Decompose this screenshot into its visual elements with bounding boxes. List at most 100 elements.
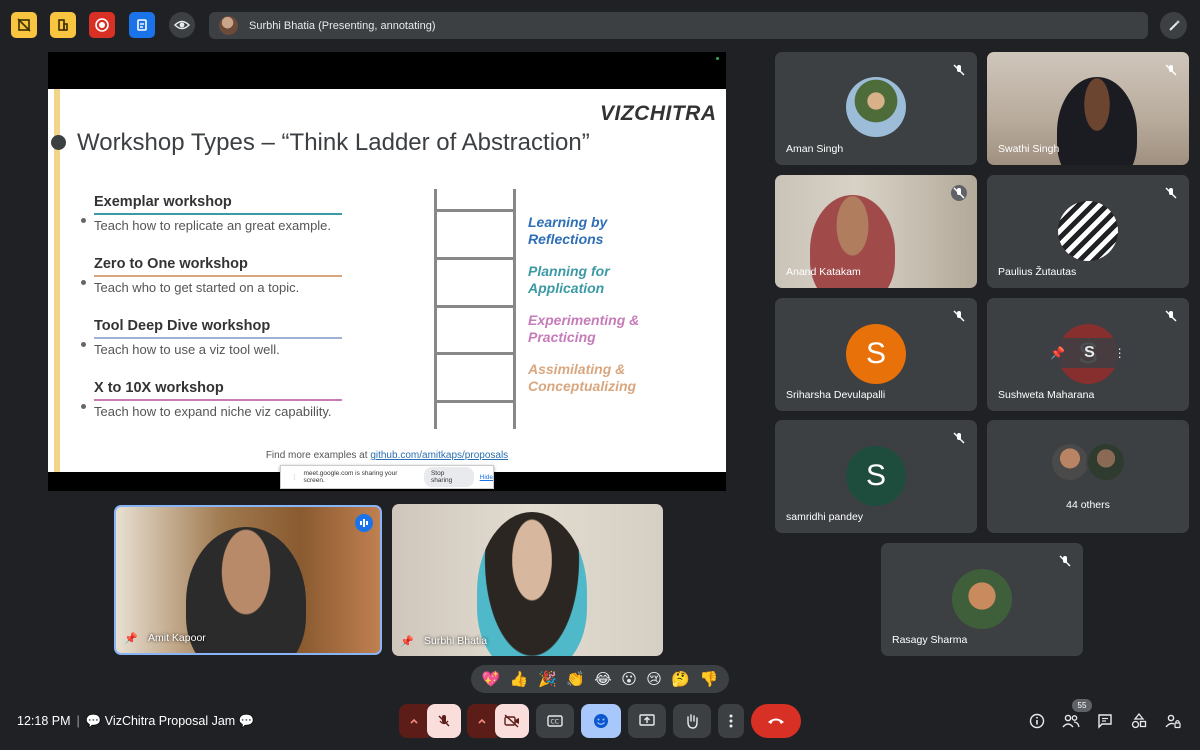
video-tile-amit[interactable]: 📌 Amit Kapoor — [114, 505, 382, 655]
participant-name: Anand Katakam — [786, 266, 861, 278]
reaction-clap[interactable]: 👏 — [566, 670, 585, 688]
participant-figure — [477, 512, 587, 656]
eye-icon — [174, 20, 190, 30]
footer-link[interactable]: github.com/amitkaps/proposals — [370, 450, 508, 461]
video-tile-surbhi[interactable]: 📌 Surbhi Bhatia — [392, 504, 663, 656]
participant-tile[interactable]: S samridhi pandey — [775, 420, 977, 533]
current-time: 12:18 PM — [17, 714, 71, 728]
meeting-name: 💬 VizChitra Proposal Jam 💬 — [85, 714, 255, 728]
participant-avatar — [1058, 201, 1118, 261]
ladder-level-label: Assimilating & Conceptualizing — [528, 361, 637, 394]
hide-popup-link[interactable]: Hide — [480, 474, 493, 481]
presenting-banner: Surbhi Bhatia (Presenting, annotating) — [209, 12, 1148, 39]
reaction-surprised[interactable]: 😮 — [621, 670, 637, 688]
svg-text:CC: CC — [551, 719, 559, 726]
speaking-indicator-icon — [355, 514, 373, 532]
sharing-message: meet.google.com is sharing your screen. — [303, 470, 398, 484]
ladder-level-label: Learning by Reflections — [528, 214, 608, 247]
meeting-info: 12:18 PM | 💬 VizChitra Proposal Jam 💬 — [17, 714, 254, 729]
camera-off-icon — [504, 714, 519, 728]
host-controls-button[interactable] — [50, 12, 76, 38]
workshop-heading: Tool Deep Dive workshop — [94, 318, 271, 334]
stop-sharing-button[interactable]: Stop sharing — [423, 467, 474, 487]
mic-off-icon — [1057, 553, 1073, 569]
participant-tile[interactable]: Swathi Singh — [987, 52, 1189, 165]
camera-toggle-button[interactable] — [495, 704, 529, 738]
workshop-item: X to 10X workshop Teach how to expand ni… — [81, 380, 344, 419]
workshop-description: Teach how to use a viz tool well. — [94, 342, 280, 357]
mic-options-button[interactable] — [399, 704, 429, 738]
participant-name: Paulius Žutautas — [998, 266, 1077, 278]
participant-tile[interactable]: Paulius Žutautas — [987, 175, 1189, 288]
reaction-thumbs-down[interactable]: 👎 — [699, 670, 718, 688]
others-avatar — [1050, 442, 1090, 482]
host-controls-panel-button[interactable] — [1163, 711, 1183, 731]
workshop-underline — [94, 213, 342, 215]
mic-off-icon — [951, 430, 967, 446]
camera-options-button[interactable] — [467, 704, 497, 738]
others-tile[interactable]: 44 others — [987, 420, 1189, 533]
activities-panel-button[interactable] — [1129, 711, 1149, 731]
pin-icon[interactable]: 📌 — [124, 632, 138, 645]
bullet-dot — [81, 404, 86, 409]
present-button[interactable] — [628, 704, 666, 738]
pen-sparkle-icon — [1168, 19, 1180, 31]
presentation-slide: VIZCHITRA Workshop Types – “Think Ladder… — [48, 89, 726, 472]
mic-toggle-button[interactable] — [427, 704, 461, 738]
workshop-description: Teach who to get started on a topic. — [94, 280, 300, 295]
shapes-icon — [1131, 713, 1147, 729]
fullscreen-icon[interactable]: S — [1084, 344, 1095, 362]
participant-tile[interactable]: S Sriharsha Devulapalli — [775, 298, 977, 411]
recording-button[interactable] — [89, 12, 115, 38]
chat-icon — [1098, 714, 1112, 729]
film-off-icon — [17, 18, 31, 32]
mic-off-icon — [1163, 185, 1179, 201]
reaction-sad[interactable]: 😢 — [646, 670, 662, 688]
pin-icon[interactable]: 📌 — [1050, 346, 1065, 360]
reaction-thumbs-up[interactable]: 👍 — [510, 670, 529, 688]
raise-hand-button[interactable] — [673, 704, 711, 738]
more-options-button[interactable] — [718, 704, 744, 738]
drag-handle-icon[interactable]: ⋮ — [291, 473, 298, 481]
annotate-button[interactable] — [1160, 12, 1187, 39]
view-button[interactable] — [169, 12, 195, 38]
mic-off-icon — [1163, 62, 1179, 78]
ladder-rung — [434, 209, 516, 212]
reactions-button[interactable] — [581, 704, 621, 738]
workshop-underline — [94, 337, 342, 339]
sharing-popup: ⋮ meet.google.com is sharing your screen… — [280, 465, 494, 489]
captions-off-button[interactable] — [11, 12, 37, 38]
reaction-heart[interactable]: 💖 — [482, 670, 501, 688]
slide-logo: VIZCHITRA — [600, 102, 717, 125]
chevron-up-icon — [478, 718, 486, 724]
presenter-text: Surbhi Bhatia (Presenting, annotating) — [249, 19, 436, 32]
participant-count-badge: 55 — [1072, 699, 1092, 712]
workshop-item: Exemplar workshop Teach how to replicate… — [81, 194, 344, 233]
reaction-party[interactable]: 🎉 — [538, 670, 557, 688]
title-bullet — [51, 135, 66, 150]
people-button[interactable] — [1061, 711, 1081, 731]
participant-tile[interactable]: Aman Singh — [775, 52, 977, 165]
meeting-details-button[interactable] — [1027, 711, 1047, 731]
chat-button[interactable] — [1095, 711, 1115, 731]
participant-name: Swathi Singh — [998, 143, 1060, 155]
workshop-description: Teach how to replicate an great example. — [94, 218, 332, 233]
participant-tile[interactable]: S 📌 S ⋮ Sushweta Maharana — [987, 298, 1189, 411]
participant-tile[interactable]: Rasagy Sharma — [881, 543, 1083, 656]
mic-off-icon — [1163, 308, 1179, 324]
workshop-underline — [94, 399, 342, 401]
reaction-laugh[interactable]: 😂 — [594, 670, 612, 688]
tile-hover-controls: 📌 S ⋮ — [1041, 338, 1135, 368]
record-icon — [95, 18, 109, 32]
reaction-thinking[interactable]: 🤔 — [671, 670, 690, 688]
leave-call-button[interactable] — [751, 704, 801, 738]
captions-button[interactable]: CC — [536, 704, 574, 738]
reactions-bar: 💖 👍 🎉 👏 😂 😮 😢 🤔 👎 — [471, 665, 729, 693]
activities-button[interactable] — [129, 12, 155, 38]
participant-tile[interactable]: Anand Katakam — [775, 175, 977, 288]
participant-name: Surbhi Bhatia — [424, 635, 488, 647]
slide-title: Workshop Types – “Think Ladder of Abstra… — [77, 129, 590, 156]
more-options-icon[interactable]: ⋮ — [1114, 346, 1126, 360]
pin-icon[interactable]: 📌 — [400, 635, 414, 648]
bullet-dot — [81, 280, 86, 285]
